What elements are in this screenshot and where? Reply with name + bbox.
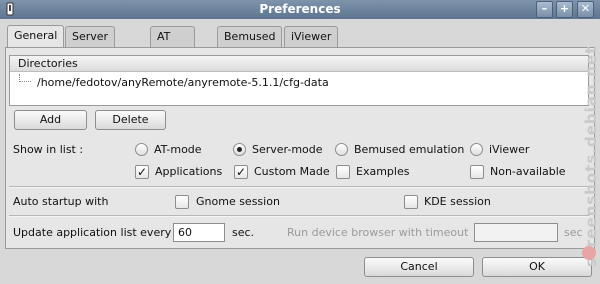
directories-list[interactable]: Directories /home/fedotov/anyRemote/anyr…	[9, 55, 589, 106]
cancel-button[interactable]: Cancel	[364, 257, 474, 277]
browser-timeout-input[interactable]	[474, 223, 558, 242]
check-applications[interactable]	[135, 165, 149, 179]
check-non-available-label[interactable]: Non-available	[490, 165, 570, 179]
radio-iviewer[interactable]	[470, 143, 483, 156]
radio-server-mode[interactable]	[233, 143, 246, 156]
tree-branch-line	[19, 74, 31, 82]
watermark-logo-icon	[582, 246, 596, 260]
tab-server-mode[interactable]: Server Mode	[65, 26, 116, 63]
update-interval-label: Update application list every	[13, 226, 172, 239]
tab-bemused[interactable]: Bemused	[217, 26, 283, 47]
add-button[interactable]: Add	[14, 110, 87, 130]
update-interval-input[interactable]: 60	[173, 223, 225, 242]
check-examples[interactable]	[336, 165, 350, 179]
radio-bemused-emulation-label[interactable]: Bemused emulation	[354, 143, 464, 157]
check-gnome-session[interactable]	[175, 195, 189, 209]
separator	[9, 186, 589, 188]
update-interval-unit: sec.	[232, 226, 255, 239]
check-gnome-session-label[interactable]: Gnome session	[196, 195, 280, 209]
tab-iviewer[interactable]: iViewer	[284, 26, 339, 47]
directory-item[interactable]: /home/fedotov/anyRemote/anyremote-5.1.1/…	[37, 76, 329, 90]
tab-general[interactable]: General	[7, 25, 65, 47]
directories-header[interactable]: Directories	[10, 56, 588, 72]
radio-iviewer-label[interactable]: iViewer	[489, 143, 529, 157]
check-kde-session-label[interactable]: KDE session	[424, 195, 491, 209]
title-bar: Preferences – + ✕	[0, 0, 600, 19]
browser-timeout-unit: sec	[564, 226, 583, 239]
check-applications-label[interactable]: Applications	[155, 165, 222, 179]
maximize-icon[interactable]: +	[556, 1, 573, 18]
radio-at-mode-label[interactable]: AT-mode	[154, 143, 202, 157]
check-examples-label[interactable]: Examples	[356, 165, 409, 179]
ok-button[interactable]: OK	[482, 257, 592, 277]
radio-server-mode-label[interactable]: Server-mode	[252, 143, 323, 157]
show-in-list-label: Show in list :	[13, 143, 84, 156]
check-custom-made-label[interactable]: Custom Made	[254, 165, 330, 179]
close-icon[interactable]: ✕	[577, 1, 594, 18]
radio-at-mode[interactable]	[135, 143, 148, 156]
check-kde-session[interactable]	[404, 195, 418, 209]
tab-at-mode[interactable]: AT mode	[150, 26, 196, 63]
check-custom-made[interactable]	[234, 165, 248, 179]
minimize-icon[interactable]: –	[536, 1, 553, 18]
watermark-text: screenshots.debian.net	[582, 45, 600, 267]
delete-button[interactable]: Delete	[95, 110, 166, 130]
window-title: Preferences	[259, 2, 341, 16]
browser-timeout-label: Run device browser with timeout	[287, 226, 469, 239]
separator	[9, 215, 589, 217]
radio-bemused-emulation[interactable]	[335, 143, 348, 156]
auto-startup-label: Auto startup with	[13, 195, 109, 208]
check-non-available[interactable]	[470, 165, 484, 179]
